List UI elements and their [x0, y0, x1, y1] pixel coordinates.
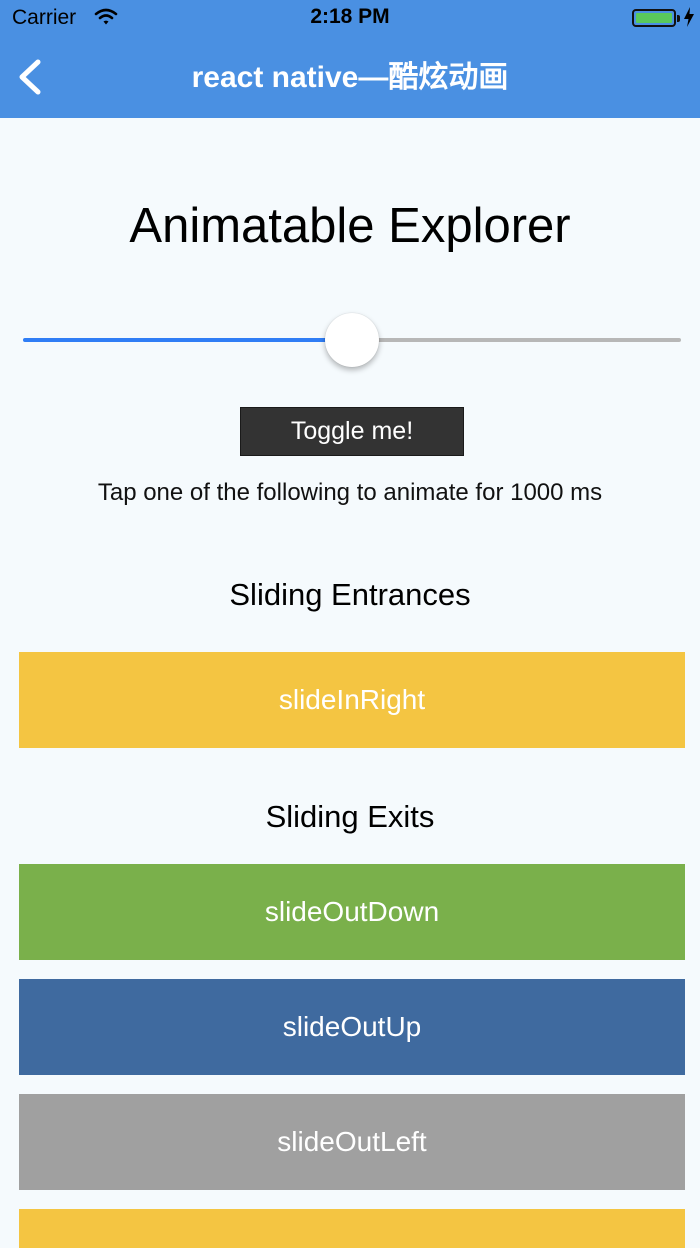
slider-thumb[interactable] [325, 313, 379, 367]
slide-out-down-button[interactable]: slideOutDown [19, 864, 685, 960]
slide-out-up-button[interactable]: slideOutUp [19, 979, 685, 1075]
battery-level [636, 13, 672, 23]
section-title-sliding-entrances: Sliding Entrances [229, 577, 471, 612]
slide-out-left-button[interactable]: slideOutLeft [19, 1094, 685, 1190]
status-time: 2:18 PM [310, 5, 390, 28]
slider-max-track [352, 338, 681, 342]
section-title-sliding-exits: Sliding Exits [265, 799, 435, 834]
slide-in-right-button[interactable]: slideInRight [19, 652, 685, 748]
battery-icon [632, 9, 676, 27]
nav-title: react native—酷炫动画 [191, 61, 509, 94]
animation-slider[interactable] [23, 312, 681, 368]
page-title: Animatable Explorer [129, 199, 571, 253]
slide-out-right-button[interactable] [19, 1209, 685, 1248]
charging-bolt-icon [684, 7, 694, 27]
instruction-text: Tap one of the following to animate for … [97, 479, 603, 506]
slider-min-track [23, 338, 352, 342]
header: Carrier 2:18 PM react native—酷炫动画 [0, 0, 700, 118]
status-bar: Carrier 2:18 PM [0, 0, 700, 36]
battery-tip [677, 15, 680, 22]
toggle-button[interactable]: Toggle me! [240, 407, 464, 456]
